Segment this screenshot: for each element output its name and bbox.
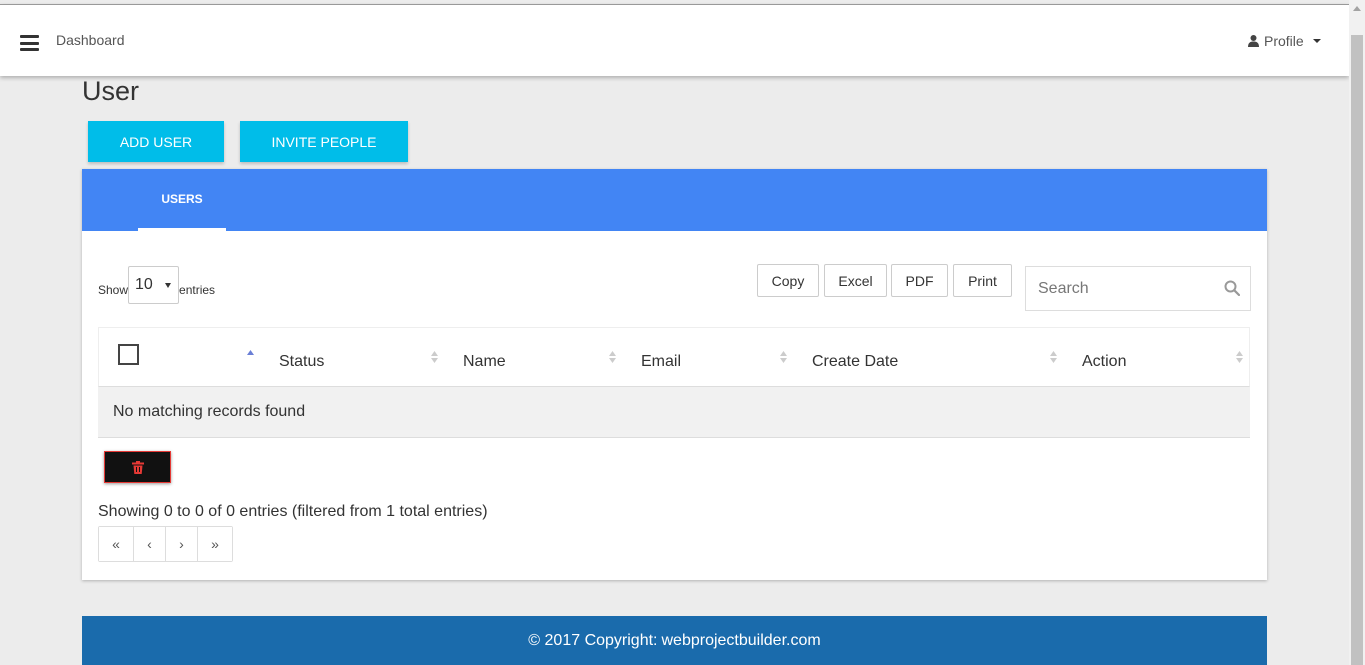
table-info: Showing 0 to 0 of 0 entries (filtered fr… xyxy=(98,503,488,520)
vertical-scrollbar[interactable] xyxy=(1349,0,1365,665)
pdf-button[interactable]: PDF xyxy=(891,264,948,297)
column-action[interactable]: Action xyxy=(1082,328,1126,388)
sort-icon[interactable] xyxy=(1236,350,1243,364)
hamburger-icon[interactable] xyxy=(20,35,39,51)
excel-button[interactable]: Excel xyxy=(824,264,887,297)
user-icon xyxy=(1248,35,1259,47)
last-page-button[interactable]: » xyxy=(198,527,232,561)
active-tab-indicator xyxy=(138,228,226,231)
profile-label: Profile xyxy=(1264,33,1304,49)
profile-menu[interactable]: Profile xyxy=(1248,33,1321,49)
invite-people-button[interactable]: INVITE PEOPLE xyxy=(240,121,408,162)
copy-button[interactable]: Copy xyxy=(757,264,819,297)
footer-link[interactable]: webprojectbuilder.com xyxy=(662,632,821,650)
page-title: User xyxy=(82,76,140,106)
tab-bar: USERS xyxy=(82,169,1267,231)
first-page-button[interactable]: « xyxy=(99,527,134,561)
scroll-up-icon[interactable] xyxy=(1353,6,1361,11)
chevron-down-icon xyxy=(165,283,172,288)
users-card: USERS Show 10 entries Copy Excel PDF Pri… xyxy=(82,169,1267,580)
column-name[interactable]: Name xyxy=(463,328,506,388)
table-empty-row: No matching records found xyxy=(98,387,1250,438)
select-all-checkbox[interactable] xyxy=(118,344,139,365)
breadcrumb-dashboard[interactable]: Dashboard xyxy=(56,32,125,48)
sort-icon[interactable] xyxy=(1050,350,1057,364)
print-button[interactable]: Print xyxy=(953,264,1012,297)
empty-message: No matching records found xyxy=(113,403,306,420)
footer-copyright: © 2017 Copyright: xyxy=(528,631,658,649)
top-navbar: Dashboard Profile xyxy=(0,4,1349,76)
table-header: Status Name Email Create Date Action xyxy=(98,327,1250,387)
sort-icon[interactable] xyxy=(431,350,438,364)
page-length-value: 10 xyxy=(135,276,153,293)
column-status[interactable]: Status xyxy=(279,328,324,388)
search-input[interactable]: Search xyxy=(1025,266,1251,311)
pagination: « ‹ › » xyxy=(98,526,233,562)
column-create-date[interactable]: Create Date xyxy=(812,328,898,388)
sort-icon[interactable] xyxy=(780,350,787,364)
search-icon xyxy=(1224,280,1240,296)
next-page-button[interactable]: › xyxy=(166,527,198,561)
entries-label: entries xyxy=(179,283,216,297)
add-user-button[interactable]: ADD USER xyxy=(88,121,224,162)
users-table: Status Name Email Create Date Action No … xyxy=(98,327,1250,438)
column-email[interactable]: Email xyxy=(641,328,681,388)
sort-icon[interactable] xyxy=(609,350,616,364)
tab-users[interactable]: USERS xyxy=(138,169,226,231)
search-placeholder: Search xyxy=(1038,279,1089,297)
page-length-control: Show 10 entries xyxy=(98,266,215,304)
sort-asc-icon[interactable] xyxy=(247,348,254,362)
chevron-down-icon xyxy=(1312,39,1321,43)
previous-page-button[interactable]: ‹ xyxy=(134,527,166,561)
footer: © 2017 Copyright: webprojectbuilder.com xyxy=(82,616,1267,665)
scrollbar-thumb[interactable] xyxy=(1351,35,1363,665)
delete-selected-button[interactable] xyxy=(104,451,171,483)
page-length-select[interactable]: 10 xyxy=(128,266,180,304)
trash-icon xyxy=(131,460,144,474)
show-label: Show xyxy=(98,283,129,297)
